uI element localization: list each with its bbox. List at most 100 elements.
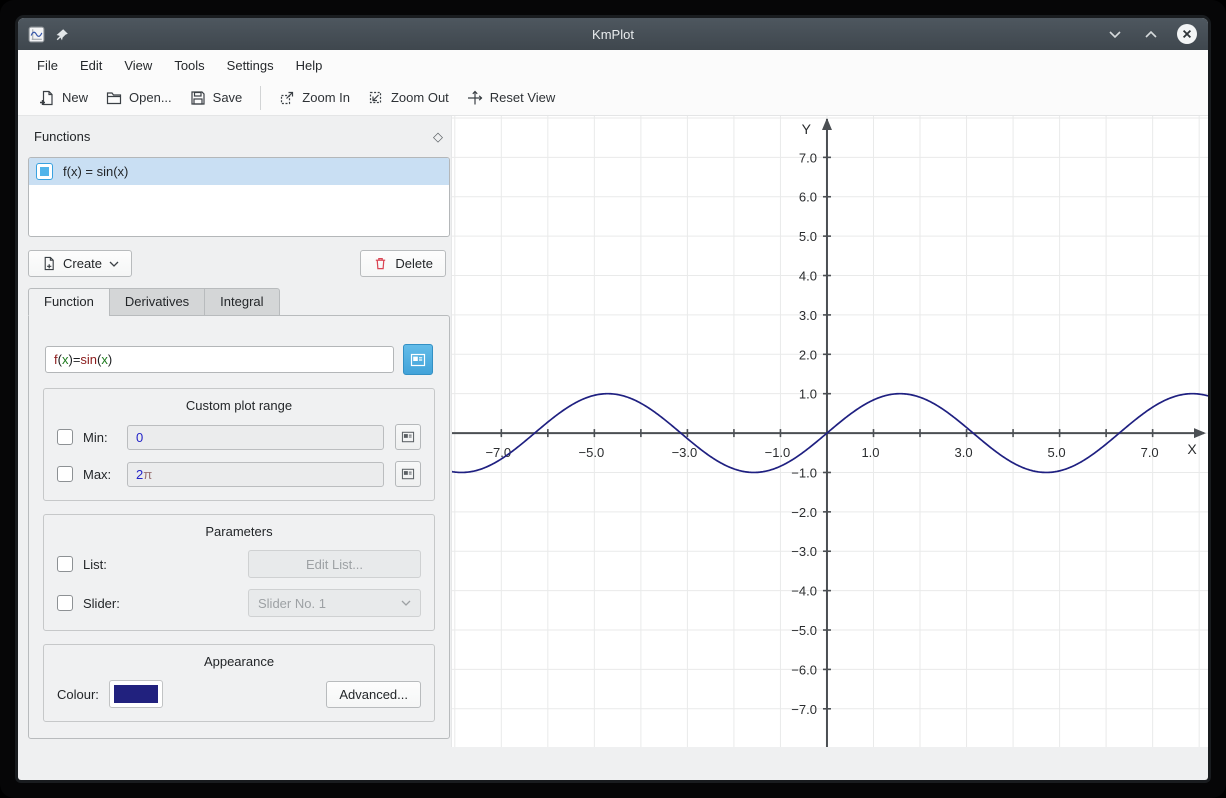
plot-view[interactable]: −7.0 −5.0 −3.0 −1.0 1.0 3.0 5.0 7.0 −7.0 −6.0 −5.0… <box>451 116 1208 747</box>
slider-combobox: Slider No. 1 <box>248 589 421 617</box>
parameters-group: Parameters List: Edit List... Slider: Sl… <box>43 514 435 631</box>
svg-text:7.0: 7.0 <box>1141 445 1159 460</box>
custom-plot-range-group: Custom plot range Min: 0 <box>43 388 435 501</box>
svg-text:−1.0: −1.0 <box>765 445 791 460</box>
combobox-chevron-icon <box>401 600 411 606</box>
chevron-down-icon <box>109 261 119 267</box>
advanced-button[interactable]: Advanced... <box>326 681 421 708</box>
min-editor-button[interactable] <box>395 424 421 450</box>
reset-view-button[interactable]: Reset View <box>458 85 565 111</box>
window-title: KmPlot <box>18 27 1208 42</box>
sine-plot: −7.0 −5.0 −3.0 −1.0 1.0 3.0 5.0 7.0 −7.0 −6.0 −5.0… <box>452 116 1208 747</box>
function-list-item[interactable]: f(x) = sin(x) <box>29 158 449 185</box>
create-button[interactable]: Create <box>28 250 132 277</box>
svg-text:5.0: 5.0 <box>1048 445 1066 460</box>
reset-view-icon <box>467 90 483 106</box>
parameters-title: Parameters <box>57 524 421 539</box>
svg-text:−1.0: −1.0 <box>791 465 817 480</box>
open-label: Open... <box>129 90 172 105</box>
save-label: Save <box>213 90 243 105</box>
svg-text:−4.0: −4.0 <box>791 584 817 599</box>
list-checkbox[interactable] <box>57 556 73 572</box>
svg-text:3.0: 3.0 <box>799 308 817 323</box>
menu-help[interactable]: Help <box>285 53 334 78</box>
function-list[interactable]: f(x) = sin(x) <box>28 157 450 237</box>
svg-text:−3.0: −3.0 <box>791 544 817 559</box>
slider-checkbox[interactable] <box>57 595 73 611</box>
app-icon[interactable] <box>28 26 45 43</box>
open-folder-icon <box>106 90 122 106</box>
max-editor-button[interactable] <box>395 461 421 487</box>
svg-text:Y: Y <box>802 121 812 137</box>
maximize-button[interactable] <box>1140 23 1162 45</box>
zoom-in-label: Zoom In <box>302 90 350 105</box>
zoom-in-icon <box>279 90 295 106</box>
delete-label: Delete <box>395 256 433 271</box>
svg-text:−7.0: −7.0 <box>485 445 511 460</box>
title-bar[interactable]: KmPlot <box>18 18 1208 50</box>
svg-text:X: X <box>1187 441 1197 457</box>
svg-text:−3.0: −3.0 <box>672 445 698 460</box>
new-document-icon <box>39 90 55 106</box>
function-visible-checkbox[interactable] <box>36 163 53 180</box>
menu-settings[interactable]: Settings <box>216 53 285 78</box>
equation-editor-icon <box>410 353 426 367</box>
equation-input[interactable]: f(x) = sin(x) <box>45 346 394 373</box>
tab-integral[interactable]: Integral <box>204 288 279 316</box>
tab-function[interactable]: Function <box>28 288 110 316</box>
close-button[interactable] <box>1176 23 1198 45</box>
svg-text:−6.0: −6.0 <box>791 662 817 677</box>
svg-text:7.0: 7.0 <box>799 150 817 165</box>
max-checkbox[interactable] <box>57 466 73 482</box>
list-label: List: <box>83 557 248 572</box>
function-tab-page: f(x) = sin(x) Custom plot range Min: <box>28 315 450 739</box>
min-checkbox[interactable] <box>57 429 73 445</box>
toolbar: New Open... Save Zoom In <box>18 80 1208 116</box>
zoom-out-button[interactable]: Zoom Out <box>359 85 458 111</box>
svg-text:2.0: 2.0 <box>799 347 817 362</box>
max-editor-icon <box>401 468 415 480</box>
svg-text:4.0: 4.0 <box>799 269 817 284</box>
menu-bar: File Edit View Tools Settings Help <box>18 50 1208 80</box>
menu-file[interactable]: File <box>26 53 69 78</box>
svg-text:1.0: 1.0 <box>861 445 879 460</box>
pin-icon[interactable] <box>55 27 70 42</box>
minimize-button[interactable] <box>1104 23 1126 45</box>
equation-editor-button[interactable] <box>403 344 433 375</box>
colour-swatch-button[interactable] <box>109 680 163 708</box>
max-input[interactable]: 2π <box>127 462 384 487</box>
max-label: Max: <box>83 467 127 482</box>
min-editor-icon <box>401 431 415 443</box>
svg-text:−7.0: −7.0 <box>791 702 817 717</box>
custom-plot-range-title: Custom plot range <box>57 398 421 413</box>
toolbar-separator <box>260 86 261 110</box>
zoom-in-button[interactable]: Zoom In <box>270 85 359 111</box>
menu-edit[interactable]: Edit <box>69 53 113 78</box>
svg-text:6.0: 6.0 <box>799 190 817 205</box>
status-bar <box>18 747 1208 780</box>
create-label: Create <box>63 256 102 271</box>
functions-panel-title: Functions <box>34 129 90 144</box>
svg-text:−5.0: −5.0 <box>579 445 605 460</box>
zoom-out-icon <box>368 90 384 106</box>
desktop: KmPlot File Edit View Tools Settings Hel… <box>0 0 1226 798</box>
delete-button[interactable]: Delete <box>360 250 446 277</box>
function-list-item-label: f(x) = sin(x) <box>63 164 128 179</box>
new-button[interactable]: New <box>30 85 97 111</box>
create-document-icon <box>41 256 56 271</box>
save-button[interactable]: Save <box>181 85 252 111</box>
open-button[interactable]: Open... <box>97 85 181 111</box>
menu-tools[interactable]: Tools <box>163 53 215 78</box>
slider-combobox-value: Slider No. 1 <box>258 596 326 611</box>
appearance-title: Appearance <box>57 654 421 669</box>
new-label: New <box>62 90 88 105</box>
tab-derivatives[interactable]: Derivatives <box>109 288 205 316</box>
edit-list-button: Edit List... <box>248 550 421 578</box>
dock-float-icon[interactable]: ◇ <box>430 129 446 144</box>
min-label: Min: <box>83 430 127 445</box>
zoom-out-label: Zoom Out <box>391 90 449 105</box>
svg-text:1.0: 1.0 <box>799 387 817 402</box>
svg-text:−5.0: −5.0 <box>791 623 817 638</box>
menu-view[interactable]: View <box>113 53 163 78</box>
min-input[interactable]: 0 <box>127 425 384 450</box>
